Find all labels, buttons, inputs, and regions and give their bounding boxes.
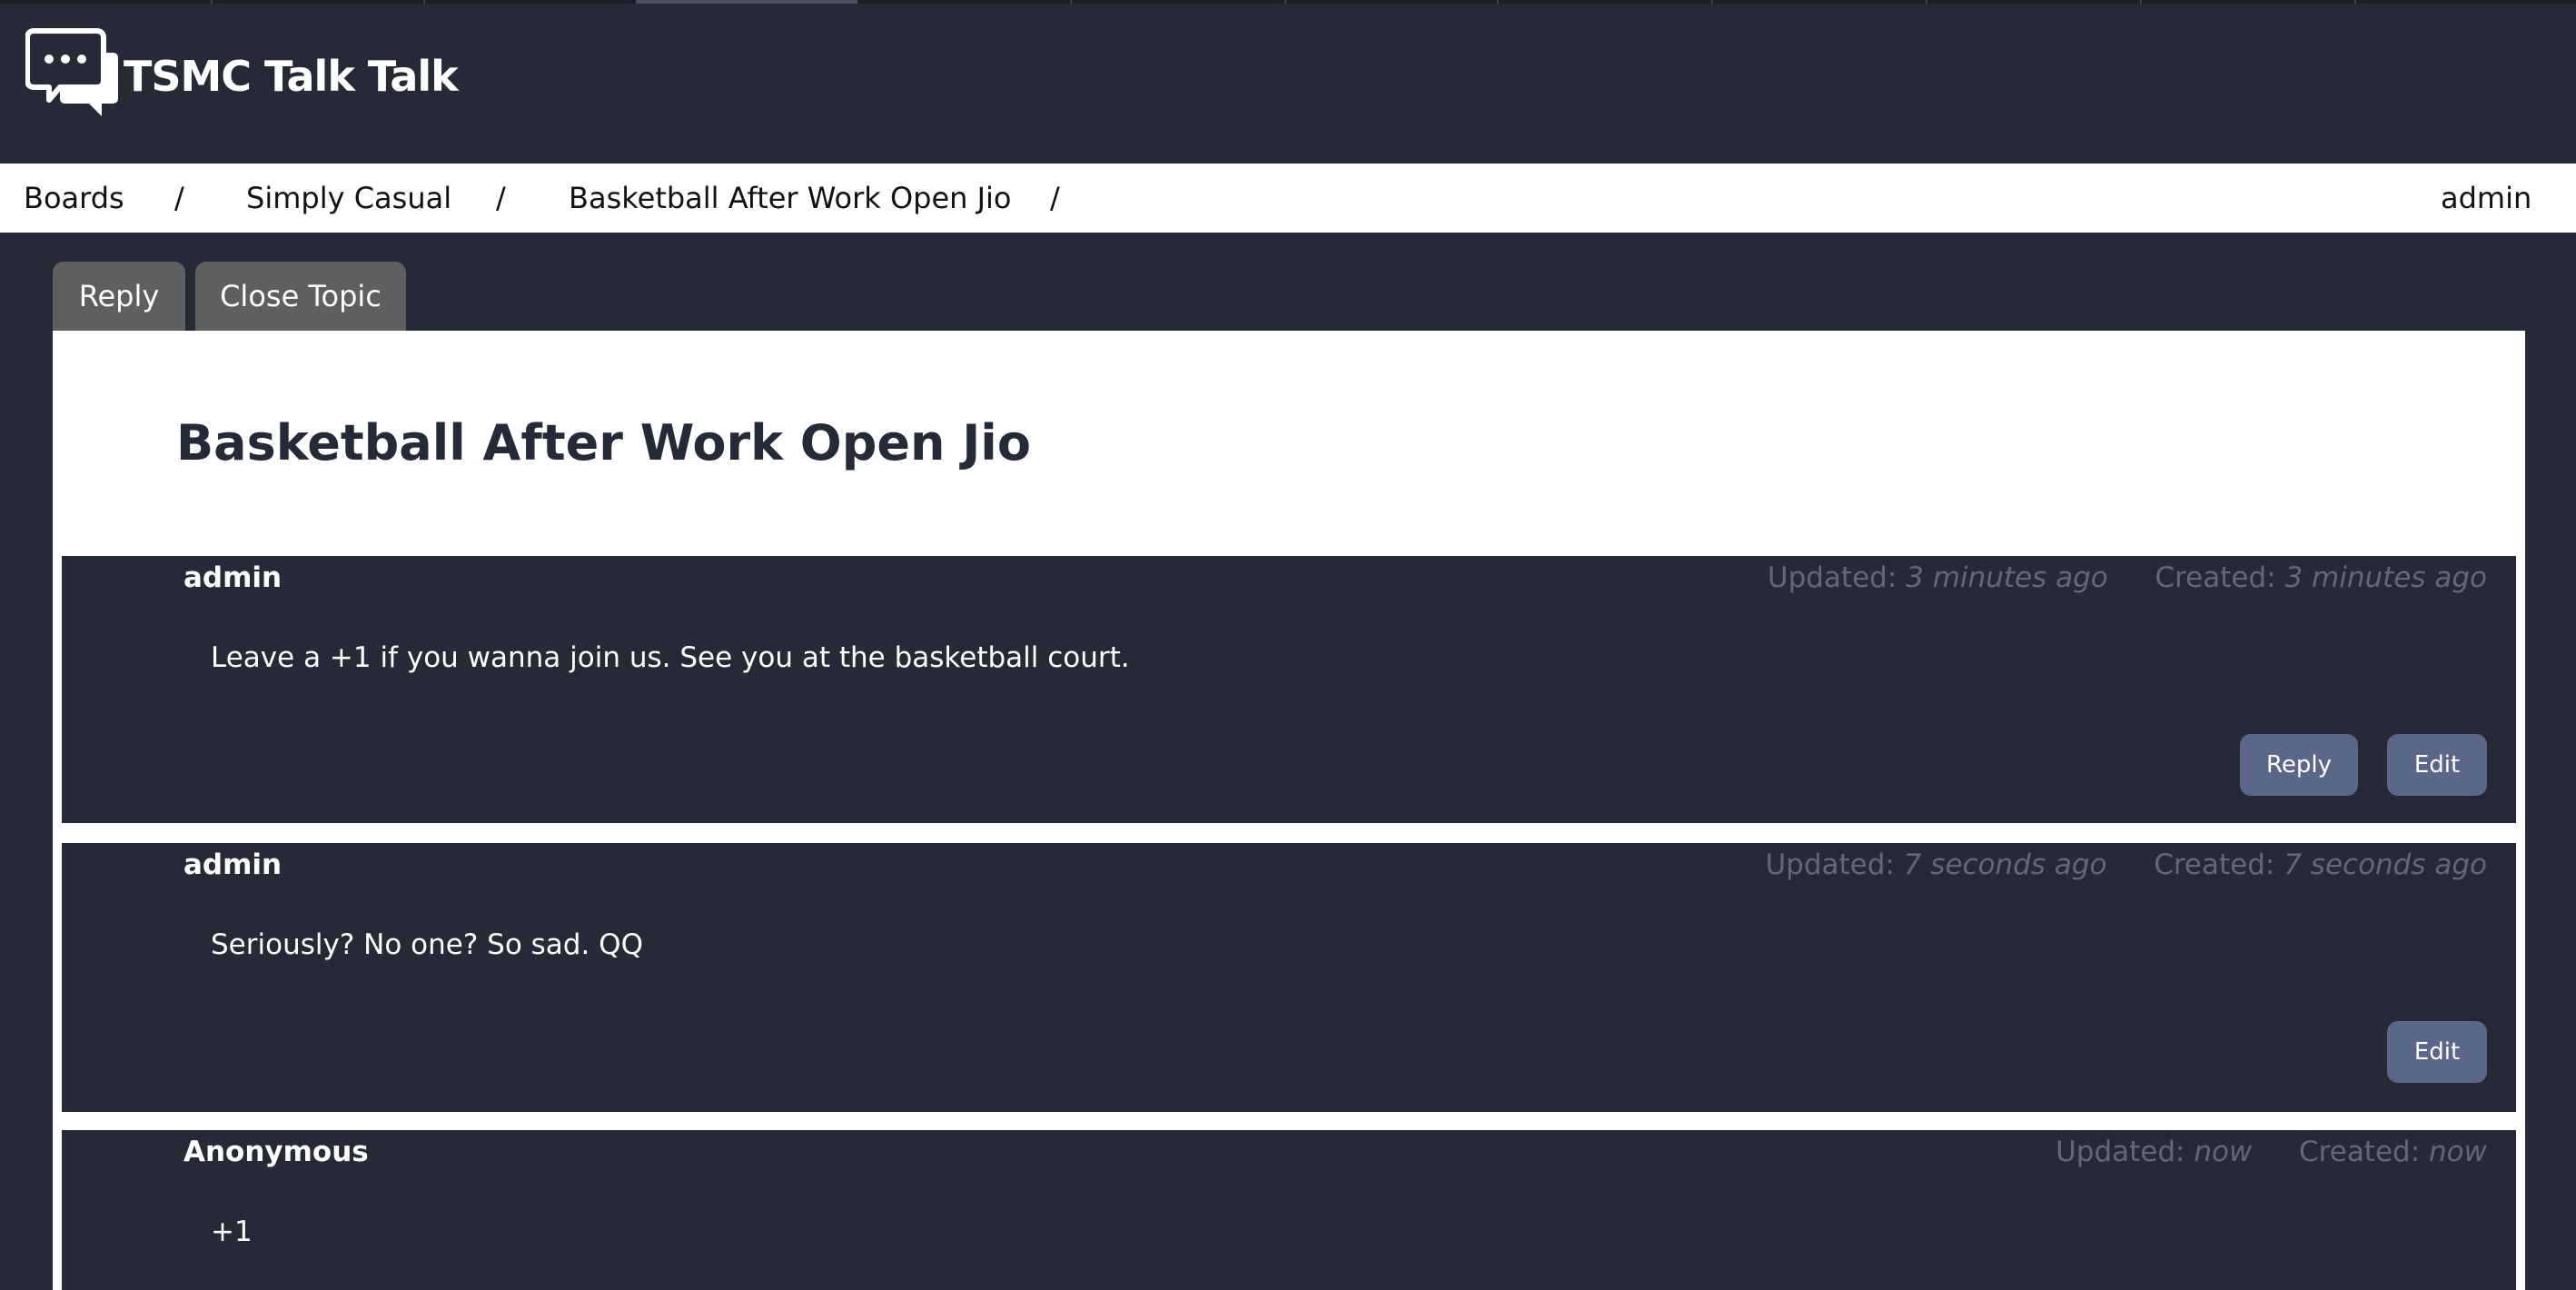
reply-topic-button[interactable]: Reply [53, 262, 185, 331]
post-body: Leave a +1 if you wanna join us. See you… [211, 641, 1130, 674]
created-time: now [2429, 1136, 2487, 1168]
close-topic-button[interactable]: Close Topic [195, 262, 406, 331]
breadcrumb-separator: / [174, 181, 184, 215]
topic-panel: Basketball After Work Open Jio admin Upd… [53, 331, 2525, 1290]
breadcrumb-topic[interactable]: Basketball After Work Open Jio [569, 182, 1012, 214]
breadcrumb-simply-casual[interactable]: Simply Casual [246, 182, 451, 214]
post: admin Updated: 3 minutes ago Created: 3 … [62, 556, 2516, 823]
current-user[interactable]: admin [2441, 182, 2531, 214]
updated-label: Updated: [1767, 561, 1897, 594]
edit-post-button[interactable]: Edit [2387, 734, 2487, 796]
post-author[interactable]: admin [183, 847, 282, 883]
created-time: 3 minutes ago [2284, 561, 2487, 594]
post-author[interactable]: admin [183, 560, 282, 596]
breadcrumb-separator: / [1050, 181, 1060, 215]
created-label: Created: [2299, 1136, 2421, 1168]
created-time: 7 seconds ago [2284, 848, 2487, 881]
chat-bubbles-icon[interactable] [25, 25, 124, 124]
edit-post-button[interactable]: Edit [2387, 1021, 2487, 1083]
brand-name[interactable]: TSMC Talk Talk [124, 51, 459, 102]
updated-time: 7 seconds ago [1903, 848, 2107, 881]
updated-time: now [2194, 1136, 2253, 1168]
created-label: Created: [2154, 848, 2275, 881]
topic-title: Basketball After Work Open Jio [176, 414, 1031, 471]
updated-time: 3 minutes ago [1906, 561, 2108, 594]
updated-label: Updated: [1765, 848, 1895, 881]
post-author[interactable]: Anonymous [183, 1134, 369, 1170]
breadcrumb-boards[interactable]: Boards [24, 182, 124, 214]
post-body: +1 [211, 1216, 253, 1248]
post: admin Updated: 7 seconds ago Created: 7 … [62, 843, 2516, 1112]
post-meta: Updated: now Created: now [2056, 1134, 2487, 1170]
created-label: Created: [2155, 561, 2276, 594]
breadcrumb-separator: / [496, 181, 506, 215]
post-body: Seriously? No one? So sad. QQ [211, 928, 643, 961]
post: Anonymous Updated: now Created: now +1 [62, 1130, 2516, 1290]
post-meta: Updated: 3 minutes ago Created: 3 minute… [1768, 560, 2487, 596]
post-meta: Updated: 7 seconds ago Created: 7 second… [1765, 847, 2487, 883]
reply-post-button[interactable]: Reply [2240, 734, 2358, 796]
site-header: TSMC Talk Talk [0, 4, 2576, 164]
updated-label: Updated: [2056, 1136, 2185, 1168]
breadcrumb: Boards / Simply Casual / Basketball Afte… [0, 164, 2576, 233]
